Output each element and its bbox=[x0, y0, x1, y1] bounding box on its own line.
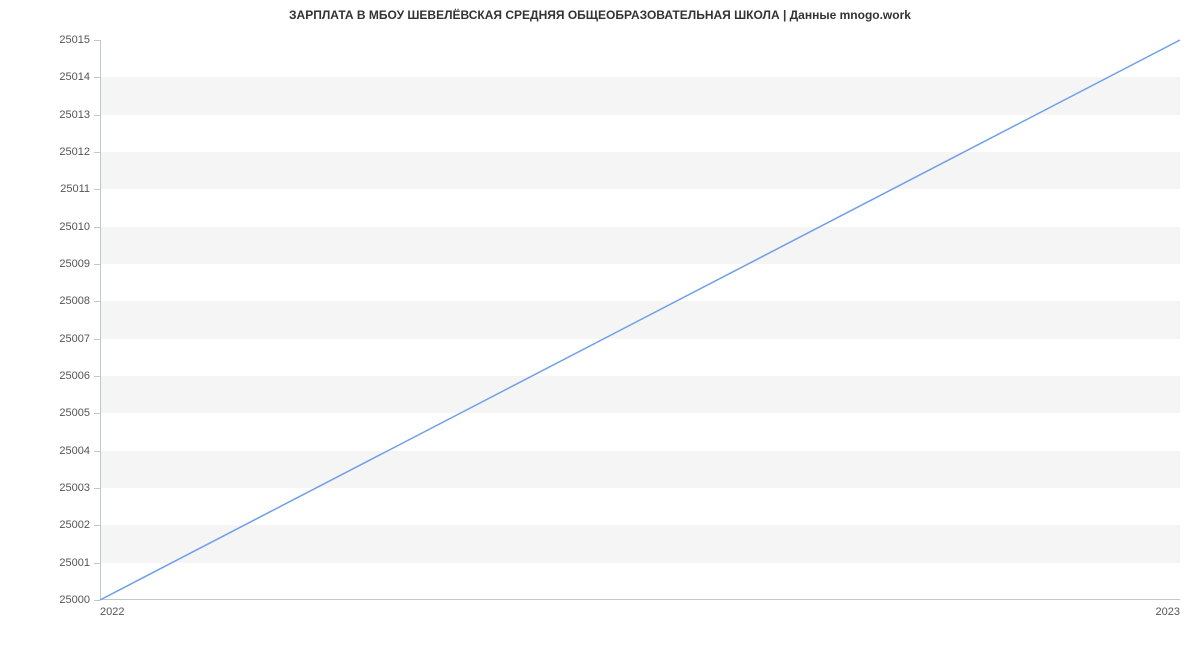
y-tick-label: 25005 bbox=[59, 407, 90, 419]
y-tick bbox=[94, 600, 100, 601]
y-tick-label: 25010 bbox=[59, 221, 90, 233]
y-tick bbox=[94, 525, 100, 526]
y-tick-label: 25007 bbox=[59, 333, 90, 345]
chart-title: ЗАРПЛАТА В МБОУ ШЕВЕЛЁВСКАЯ СРЕДНЯЯ ОБЩЕ… bbox=[0, 8, 1200, 22]
y-tick-label: 25013 bbox=[59, 109, 90, 121]
y-tick bbox=[94, 152, 100, 153]
y-tick bbox=[94, 451, 100, 452]
line-chart: ЗАРПЛАТА В МБОУ ШЕВЕЛЁВСКАЯ СРЕДНЯЯ ОБЩЕ… bbox=[0, 0, 1200, 650]
y-tick bbox=[94, 376, 100, 377]
y-tick bbox=[94, 77, 100, 78]
data-line bbox=[100, 40, 1180, 600]
y-tick bbox=[94, 115, 100, 116]
y-tick-label: 25003 bbox=[59, 482, 90, 494]
plot-area: 2500025001250022500325004250052500625007… bbox=[100, 40, 1180, 600]
y-tick-label: 25006 bbox=[59, 370, 90, 382]
y-tick bbox=[94, 264, 100, 265]
y-tick bbox=[94, 227, 100, 228]
y-tick bbox=[94, 301, 100, 302]
y-tick-label: 25015 bbox=[59, 34, 90, 46]
y-tick-label: 25009 bbox=[59, 258, 90, 270]
y-tick bbox=[94, 413, 100, 414]
y-tick bbox=[94, 339, 100, 340]
y-tick-label: 25011 bbox=[60, 183, 90, 195]
y-tick-label: 25012 bbox=[59, 146, 90, 158]
y-tick-label: 25000 bbox=[59, 594, 90, 606]
y-tick-label: 25002 bbox=[59, 519, 90, 531]
y-tick-label: 25008 bbox=[59, 295, 90, 307]
y-tick-label: 25014 bbox=[59, 71, 90, 83]
y-tick-label: 25001 bbox=[59, 557, 90, 569]
x-tick-label: 2022 bbox=[100, 606, 124, 618]
y-tick bbox=[94, 563, 100, 564]
y-tick bbox=[94, 189, 100, 190]
y-tick-label: 25004 bbox=[59, 445, 90, 457]
x-tick-label: 2023 bbox=[1156, 606, 1180, 618]
series-line bbox=[100, 40, 1180, 600]
y-tick bbox=[94, 40, 100, 41]
y-tick bbox=[94, 488, 100, 489]
